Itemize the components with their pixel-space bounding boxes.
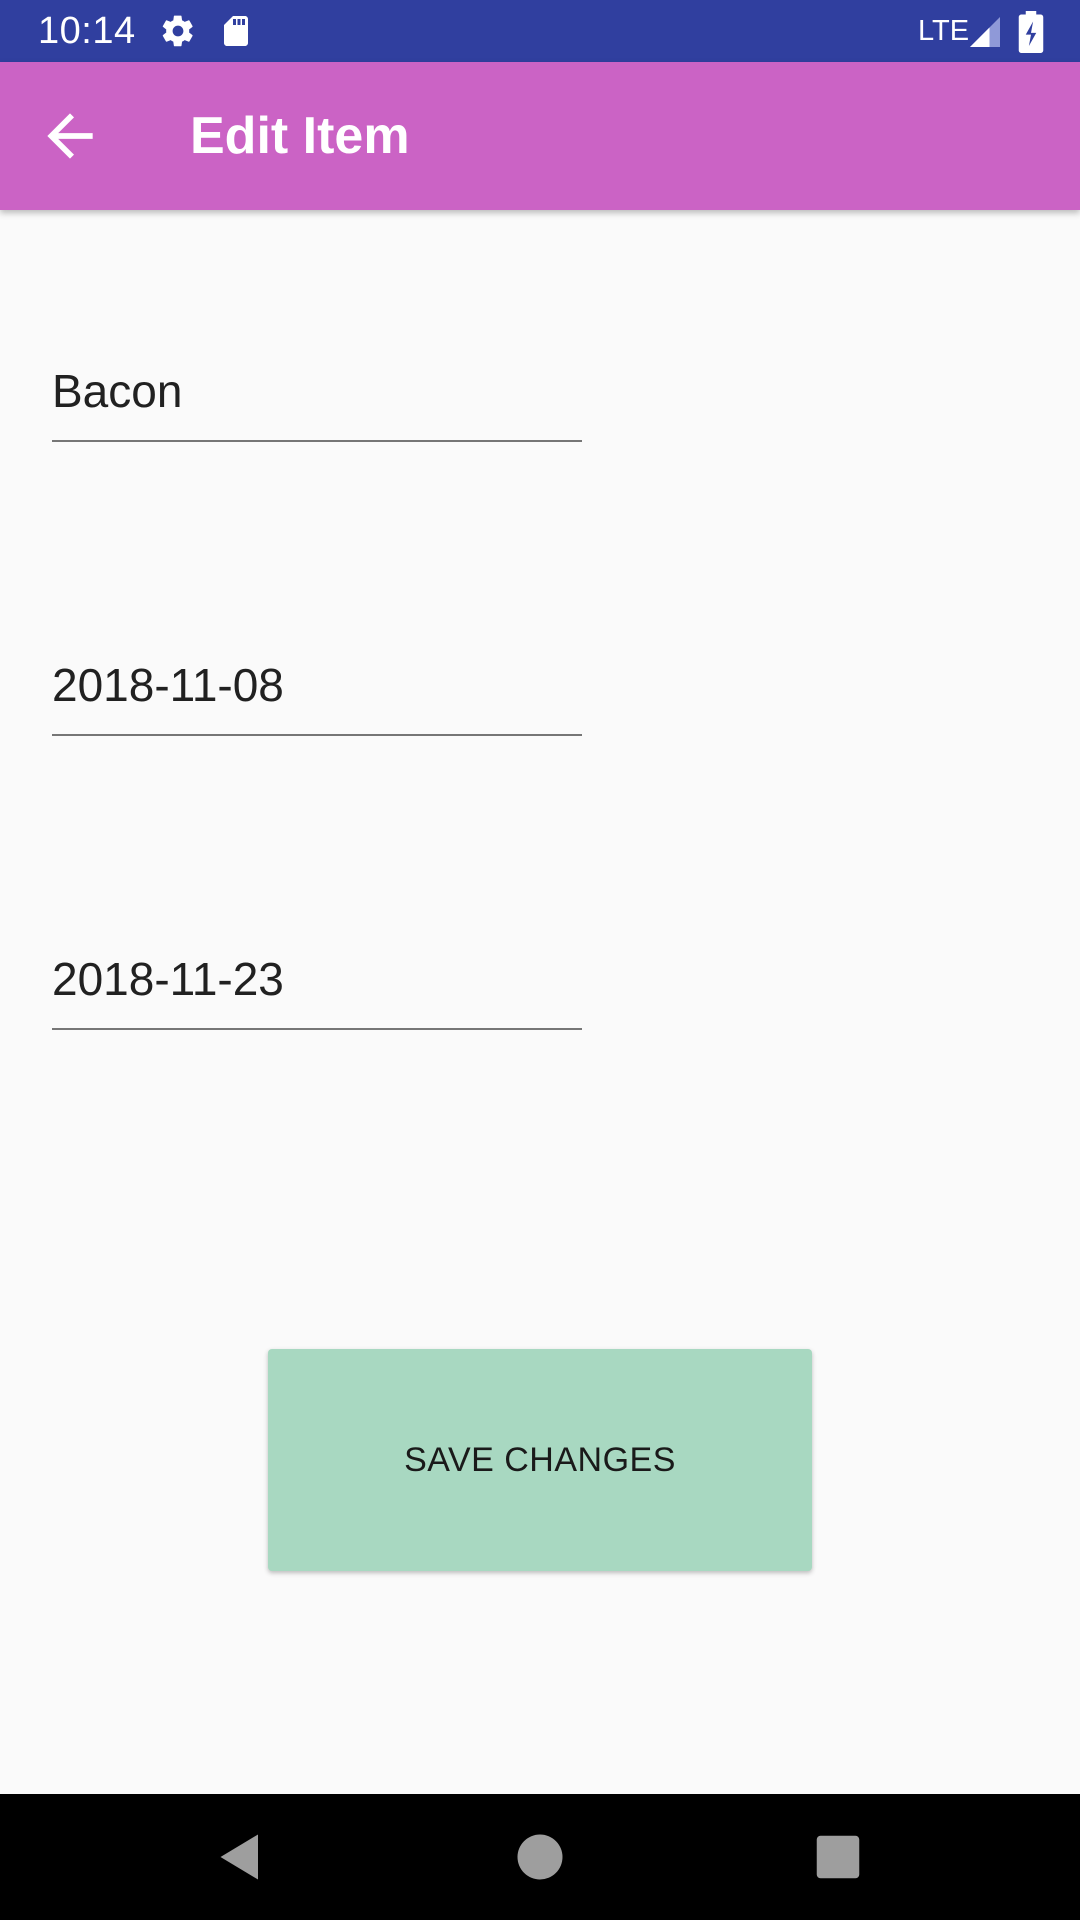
edit-item-screen: 10:14 LTE Edit Item SAVE CHANGES <box>0 0 1080 1920</box>
status-time: 10:14 <box>38 10 136 52</box>
app-bar: Edit Item <box>0 62 1080 210</box>
item-name-input[interactable] <box>52 364 582 418</box>
status-bar: 10:14 LTE <box>0 0 1080 62</box>
nav-back-button[interactable] <box>208 1827 268 1887</box>
start-date-input[interactable] <box>52 658 582 712</box>
item-name-field[interactable] <box>52 340 582 442</box>
recents-square-icon <box>816 1835 860 1879</box>
home-circle-icon <box>517 1834 563 1880</box>
save-changes-button[interactable]: SAVE CHANGES <box>268 1349 812 1571</box>
settings-icon <box>160 13 196 49</box>
navigation-bar <box>0 1794 1080 1920</box>
signal-icon <box>966 14 1004 50</box>
start-date-field[interactable] <box>52 634 582 736</box>
page-title: Edit Item <box>190 107 410 165</box>
network-type: LTE <box>918 15 970 47</box>
back-button[interactable] <box>36 102 104 170</box>
nav-recents-button[interactable] <box>808 1827 868 1887</box>
arrow-back-icon <box>47 113 93 159</box>
end-date-input[interactable] <box>52 952 582 1006</box>
back-triangle-icon <box>220 1834 258 1880</box>
battery-charging-icon <box>1016 11 1046 53</box>
nav-home-button[interactable] <box>510 1827 570 1887</box>
end-date-field[interactable] <box>52 928 582 1030</box>
sd-card-icon <box>218 13 254 49</box>
